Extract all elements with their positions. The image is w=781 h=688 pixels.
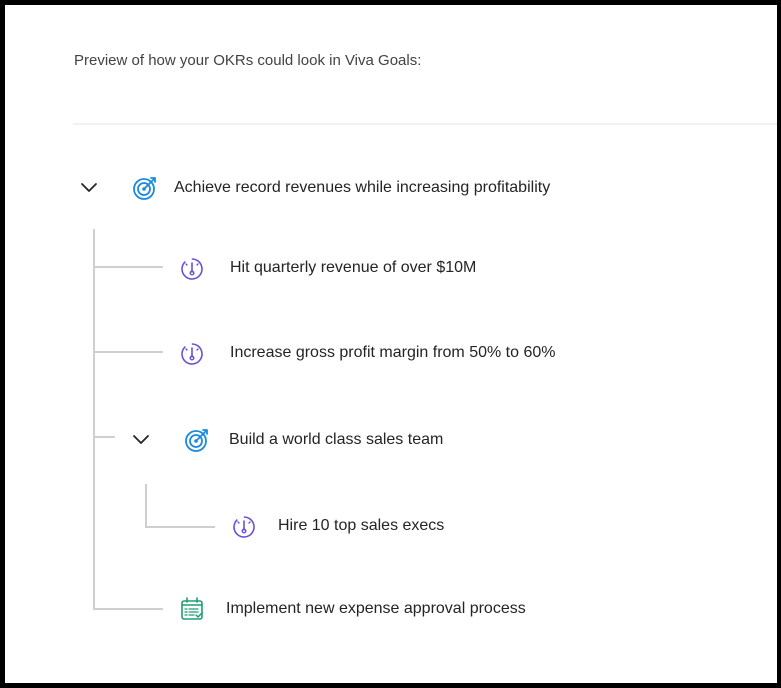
target-icon (183, 426, 211, 454)
objective-label[interactable]: Achieve record revenues while increasing… (174, 179, 550, 197)
sub-objective-label[interactable]: Build a world class sales team (229, 431, 443, 449)
chevron-down-icon[interactable] (130, 429, 152, 451)
key-result-row[interactable]: Hit quarterly revenue of over $10M (178, 251, 476, 285)
gauge-icon (178, 339, 206, 367)
tree-line-sub-kr (145, 526, 215, 528)
key-result-label[interactable]: Increase gross profit margin from 50% to… (230, 344, 555, 362)
sub-objective-row[interactable]: Build a world class sales team (130, 423, 443, 457)
key-result-row[interactable]: Hire 10 top sales execs (230, 509, 444, 543)
tree-line-sub-objective (93, 436, 115, 438)
calendar-checklist-icon (178, 595, 206, 623)
key-result-label[interactable]: Hit quarterly revenue of over $10M (230, 259, 476, 277)
key-result-row[interactable]: Increase gross profit margin from 50% to… (178, 336, 555, 370)
preview-heading: Preview of how your OKRs could look in V… (74, 52, 422, 69)
gauge-icon (178, 254, 206, 282)
tree-line-kr2 (93, 351, 163, 353)
gauge-icon (230, 512, 258, 540)
project-label[interactable]: Implement new expense approval process (226, 600, 526, 618)
tree-line-project (93, 608, 163, 610)
project-row[interactable]: Implement new expense approval process (178, 592, 526, 626)
tree-line-main-vertical (93, 229, 95, 610)
tree-line-kr1 (93, 266, 163, 268)
okr-preview-panel: Preview of how your OKRs could look in V… (5, 5, 777, 683)
objective-row[interactable]: Achieve record revenues while increasing… (78, 171, 550, 205)
key-result-label[interactable]: Hire 10 top sales execs (278, 517, 444, 535)
divider (73, 123, 777, 125)
target-icon (131, 174, 159, 202)
tree-line-sub-vertical (145, 484, 147, 528)
chevron-down-icon[interactable] (78, 177, 100, 199)
